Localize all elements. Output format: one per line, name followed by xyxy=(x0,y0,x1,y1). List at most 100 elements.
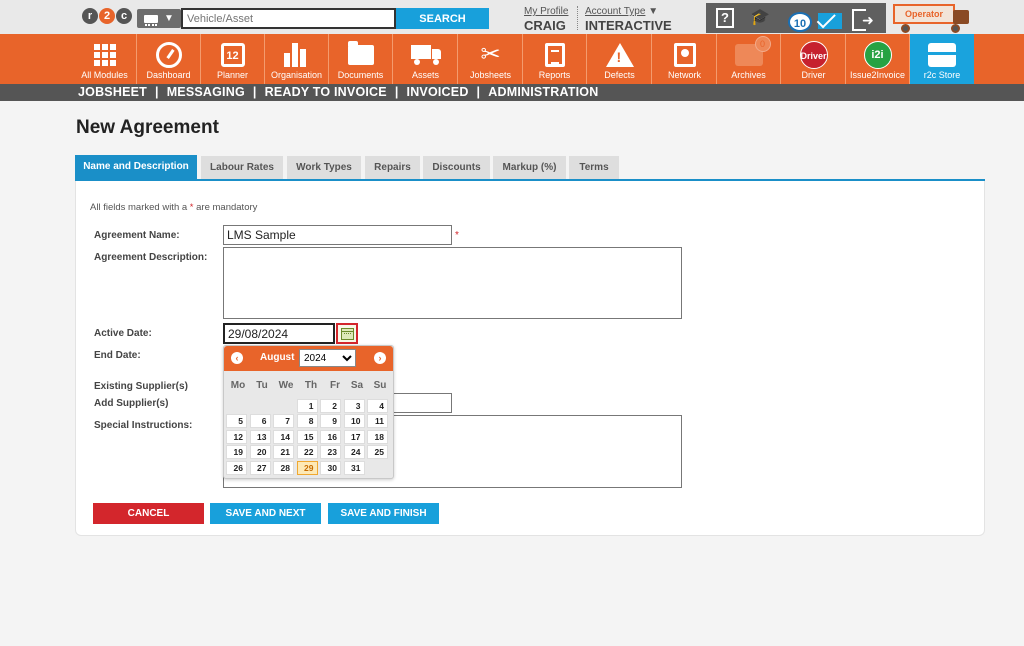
date-picker-day[interactable]: 28 xyxy=(273,461,294,475)
date-picker-day[interactable]: 30 xyxy=(320,461,341,475)
operator-label: Operator xyxy=(893,4,955,24)
cancel-button[interactable]: CANCEL xyxy=(93,503,204,524)
save-and-finish-button[interactable]: SAVE AND FINISH xyxy=(328,503,439,524)
date-picker-day[interactable]: 19 xyxy=(226,445,247,459)
date-picker-day[interactable]: 20 xyxy=(249,445,271,459)
date-picker-day[interactable]: 11 xyxy=(367,414,388,428)
date-picker-day[interactable]: 8 xyxy=(296,414,318,428)
weekday-header: Fr xyxy=(330,380,340,391)
tab-name-and-description[interactable]: Name and Description xyxy=(75,155,197,179)
subnav-messaging[interactable]: MESSAGING xyxy=(167,85,245,99)
module-documents[interactable]: Documents xyxy=(329,34,393,84)
date-picker-day[interactable]: 5 xyxy=(226,414,247,428)
date-picker-day[interactable]: 14 xyxy=(273,430,294,444)
date-picker-day[interactable]: 2 xyxy=(320,399,341,413)
chevron-down-icon: ▼ xyxy=(648,6,659,17)
date-picker-day[interactable]: 6 xyxy=(249,414,271,428)
date-picker-day[interactable]: 3 xyxy=(343,399,365,413)
prev-month-icon[interactable]: ‹ xyxy=(231,352,243,364)
date-picker-year-select[interactable]: 2024 xyxy=(299,349,356,367)
agreement-name-label: Agreement Name: xyxy=(94,230,180,241)
calendar-button[interactable] xyxy=(336,323,358,344)
logout-icon[interactable] xyxy=(852,9,874,31)
required-star: * xyxy=(455,230,459,241)
truck-icon xyxy=(410,41,441,69)
subnav-invoiced[interactable]: INVOICED xyxy=(407,85,469,99)
date-picker-day[interactable]: 24 xyxy=(343,445,365,459)
date-picker-day[interactable]: 22 xyxy=(296,445,318,459)
date-picker-day[interactable]: 17 xyxy=(343,430,365,444)
operator-truck[interactable]: Operator xyxy=(893,4,971,33)
date-picker-day[interactable]: 1 xyxy=(296,399,318,413)
weekday-header: Th xyxy=(304,380,318,391)
date-picker-day[interactable]: 12 xyxy=(226,430,247,444)
grid-icon xyxy=(90,41,120,69)
module-archives[interactable]: Archives xyxy=(717,34,781,84)
date-picker-day[interactable]: 15 xyxy=(296,430,318,444)
module-r2c-store[interactable]: r2c Store xyxy=(910,34,974,84)
profile-block: My Profile CRAIG xyxy=(524,6,568,33)
page-title: New Agreement xyxy=(76,117,219,138)
help-icon[interactable]: ? xyxy=(716,8,734,28)
date-picker-day[interactable]: 13 xyxy=(249,430,271,444)
tab-work-types[interactable]: Work Types xyxy=(287,156,361,179)
date-picker-day[interactable]: 31 xyxy=(343,461,365,475)
date-picker-day-selected[interactable]: 29 xyxy=(296,461,318,475)
report-icon xyxy=(540,41,570,69)
module-organisation[interactable]: Organisation xyxy=(265,34,329,84)
asset-type-dropdown[interactable]: ▼ xyxy=(137,9,181,28)
subnav-jobsheet[interactable]: JOBSHEET xyxy=(78,85,147,99)
date-picker-day[interactable]: 9 xyxy=(320,414,341,428)
module-driver[interactable]: Driver Driver xyxy=(782,34,846,84)
module-planner[interactable]: 12 Planner xyxy=(201,34,265,84)
sub-navigation: JOBSHEET | MESSAGING | READY TO INVOICE | INVO… xyxy=(0,84,1024,101)
mail-icon[interactable] xyxy=(818,13,842,29)
module-issue2invoice[interactable]: i2i Issue2Invoice xyxy=(846,34,910,84)
agreement-description-label: Agreement Description: xyxy=(94,252,208,263)
date-picker-day[interactable]: 4 xyxy=(367,399,388,413)
date-picker-day[interactable]: 25 xyxy=(367,445,388,459)
active-date-input[interactable] xyxy=(223,323,335,344)
date-picker-day[interactable]: 18 xyxy=(367,430,388,444)
next-month-icon[interactable]: › xyxy=(374,352,386,364)
my-profile-link[interactable]: My Profile xyxy=(524,6,568,17)
date-picker-day[interactable]: 16 xyxy=(320,430,341,444)
r2c-logo[interactable]: r2c xyxy=(82,8,132,24)
module-all-modules[interactable]: All Modules xyxy=(73,34,137,84)
account-type-link[interactable]: Account Type ▼ xyxy=(585,6,658,17)
date-picker-header: ‹ August 2024 › xyxy=(224,346,393,371)
subnav-ready-to-invoice[interactable]: READY TO INVOICE xyxy=(265,85,387,99)
building-icon xyxy=(282,41,312,69)
date-picker-day[interactable]: 26 xyxy=(226,461,247,475)
module-defects[interactable]: Defects xyxy=(588,34,652,84)
module-bar: All Modules Dashboard 12 Planner Organis… xyxy=(0,34,1024,84)
module-assets[interactable]: Assets xyxy=(394,34,458,84)
module-reports[interactable]: Reports xyxy=(523,34,587,84)
tab-markup[interactable]: Markup (%) xyxy=(493,156,566,179)
form-tabs: Name and Description Labour Rates Work T… xyxy=(75,155,985,181)
add-supplier-label: Add Supplier(s) xyxy=(94,398,169,409)
date-picker-day[interactable]: 27 xyxy=(249,461,271,475)
vehicle-asset-search-input[interactable] xyxy=(181,8,396,29)
date-picker-day[interactable]: 21 xyxy=(273,445,294,459)
module-jobsheets[interactable]: ✂ Jobsheets xyxy=(459,34,523,84)
account-type-value: INTERACTIVE xyxy=(585,18,672,33)
save-and-next-button[interactable]: SAVE AND NEXT xyxy=(210,503,321,524)
active-date-label: Active Date: xyxy=(94,328,152,339)
notification-badge[interactable]: 10 xyxy=(788,12,812,32)
date-picker-day[interactable]: 7 xyxy=(273,414,294,428)
agreement-description-textarea[interactable] xyxy=(223,247,682,319)
agreement-name-input[interactable] xyxy=(223,225,452,245)
subnav-administration[interactable]: ADMINISTRATION xyxy=(488,85,598,99)
tab-repairs[interactable]: Repairs xyxy=(365,156,420,179)
date-picker-day[interactable]: 10 xyxy=(343,414,365,428)
module-network[interactable]: Network xyxy=(653,34,717,84)
tab-discounts[interactable]: Discounts xyxy=(423,156,490,179)
graduation-cap-icon[interactable]: 🎓 xyxy=(750,9,770,27)
date-picker-day[interactable]: 23 xyxy=(320,445,341,459)
tab-labour-rates[interactable]: Labour Rates xyxy=(201,156,283,179)
module-dashboard[interactable]: Dashboard xyxy=(137,34,201,84)
search-button[interactable]: SEARCH xyxy=(396,8,489,29)
divider xyxy=(577,6,578,30)
tab-terms[interactable]: Terms xyxy=(569,156,619,179)
